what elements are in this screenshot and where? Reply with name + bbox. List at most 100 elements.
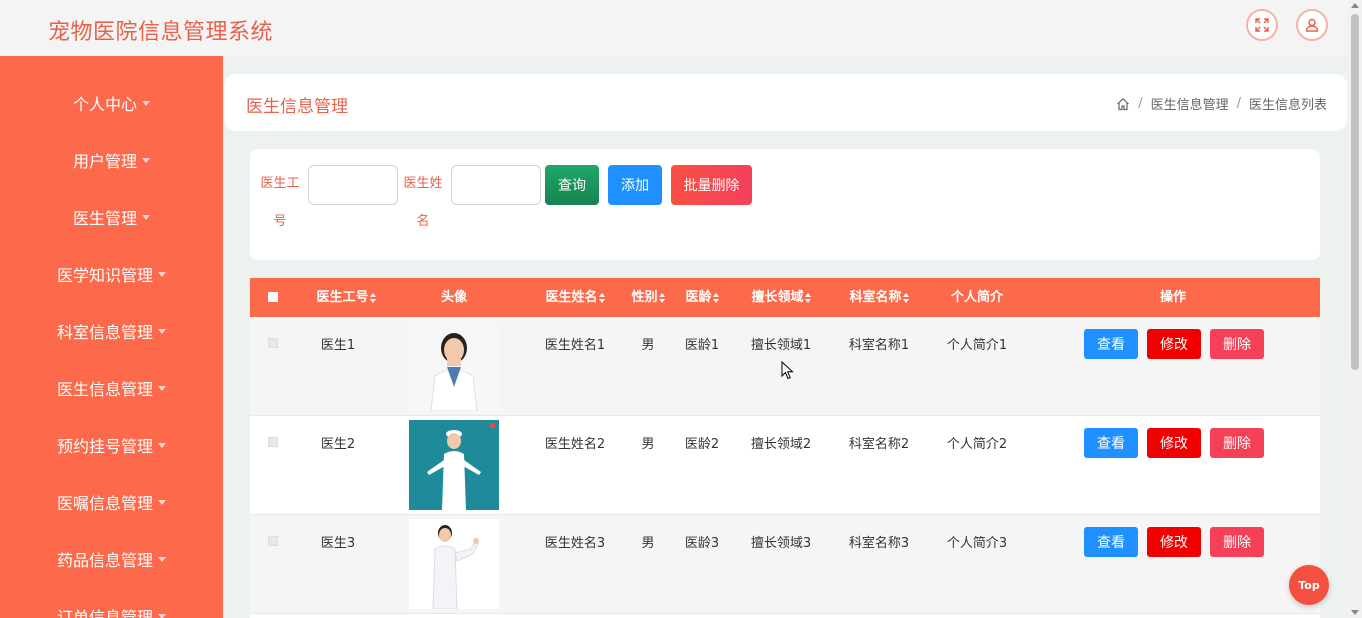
cell-seniority: 医龄2	[684, 437, 720, 452]
cell-doctor-name: 医生姓名2	[544, 437, 606, 452]
cell-doctor-no: 医生2	[320, 437, 356, 452]
sidebar-item-doctor-info[interactable]: 医生信息管理	[0, 359, 223, 416]
add-button[interactable]: 添加	[608, 165, 662, 205]
doctor-avatar	[409, 420, 499, 510]
user-button[interactable]	[1296, 9, 1328, 41]
caret-down-icon	[158, 386, 166, 391]
sidebar: 个人中心 用户管理 医生管理 医学知识管理 科室信息管理 医生信息管理 预约挂号…	[0, 56, 223, 618]
cell-department: 科室名称2	[848, 437, 910, 452]
doctor-no-input[interactable]	[308, 165, 398, 205]
sort-icon	[369, 292, 376, 303]
sort-icon	[712, 292, 719, 303]
col-label: 医生姓名	[545, 290, 598, 305]
cell-intro: 个人简介3	[946, 536, 1008, 551]
page-header-card: 医生信息管理 / 医生信息管理 / 医生信息列表	[224, 74, 1347, 131]
sidebar-item-doctor-management[interactable]: 医生管理	[0, 188, 223, 245]
cell-doctor-no: 医生3	[320, 536, 356, 551]
col-label: 科室名称	[849, 290, 902, 305]
row-checkbox[interactable]	[268, 338, 278, 348]
home-icon[interactable]	[1116, 97, 1130, 111]
cell-department: 科室名称1	[848, 338, 910, 353]
col-department[interactable]: 科室名称	[844, 278, 914, 317]
table-row: 医生3 医生姓名3 男 医龄3 擅长领域3 科室名称3 个人简介3 查看 修改 …	[250, 515, 1320, 614]
scroll-down-icon[interactable]	[1351, 610, 1359, 615]
caret-down-icon	[158, 614, 166, 618]
cell-doctor-name: 医生姓名3	[544, 536, 606, 551]
cell-department: 科室名称3	[848, 536, 910, 551]
edit-button[interactable]: 修改	[1147, 527, 1201, 557]
cell-gender: 男	[641, 437, 655, 452]
col-label: 性别	[631, 290, 658, 305]
fullscreen-button[interactable]	[1246, 9, 1278, 41]
view-button[interactable]: 查看	[1084, 428, 1138, 458]
col-label: 医生工号	[316, 290, 369, 305]
doctor-avatar	[409, 519, 499, 609]
view-button[interactable]: 查看	[1084, 527, 1138, 557]
cell-gender: 男	[641, 338, 655, 353]
sidebar-item-drug-info[interactable]: 药品信息管理	[0, 530, 223, 587]
edit-button[interactable]: 修改	[1147, 329, 1201, 359]
breadcrumb-separator: /	[1138, 96, 1143, 111]
col-doctor-no[interactable]: 医生工号	[306, 278, 386, 317]
user-icon	[1305, 18, 1319, 32]
cell-specialty: 擅长领域2	[750, 437, 812, 452]
back-to-top-button[interactable]: Top	[1289, 565, 1329, 605]
breadcrumb-level2: 医生信息列表	[1248, 98, 1327, 113]
page-title: 医生信息管理	[246, 97, 348, 117]
sidebar-item-department-info[interactable]: 科室信息管理	[0, 302, 223, 359]
cell-gender: 男	[641, 536, 655, 551]
delete-button[interactable]: 删除	[1210, 329, 1264, 359]
top-header: 宠物医院信息管理系统	[0, 0, 1348, 56]
sidebar-item-appointment[interactable]: 预约挂号管理	[0, 416, 223, 473]
delete-button[interactable]: 删除	[1210, 527, 1264, 557]
col-avatar: 头像	[424, 278, 484, 317]
sidebar-item-order-info[interactable]: 订单信息管理	[0, 587, 223, 618]
sort-icon	[902, 292, 909, 303]
col-doctor-name[interactable]: 医生姓名	[540, 278, 610, 317]
scroll-up-icon[interactable]	[1351, 3, 1359, 8]
scroll-thumb[interactable]	[1351, 14, 1359, 370]
breadcrumb-level1[interactable]: 医生信息管理	[1151, 94, 1229, 113]
select-all-checkbox[interactable]	[268, 292, 278, 302]
edit-button[interactable]: 修改	[1147, 428, 1201, 458]
caret-down-icon	[158, 500, 166, 505]
cell-specialty: 擅长领域3	[750, 536, 812, 551]
mouse-cursor-icon	[781, 361, 794, 380]
breadcrumb-separator: /	[1236, 96, 1241, 111]
col-intro: 个人简介	[942, 278, 1012, 317]
caret-down-icon	[142, 215, 150, 220]
sidebar-item-label: 医生信息管理	[56, 379, 153, 399]
sidebar-item-medical-knowledge[interactable]: 医学知识管理	[0, 245, 223, 302]
table-header: 医生工号 头像 医生姓名 性别 医龄 擅长领域 科室名称 个人简介 操作	[250, 278, 1320, 317]
delete-button[interactable]: 删除	[1210, 428, 1264, 458]
breadcrumb: / 医生信息管理 / 医生信息列表	[1116, 94, 1327, 113]
query-button[interactable]: 查询	[545, 165, 599, 205]
col-label: 个人简介	[950, 290, 1003, 305]
sidebar-item-label: 医生管理	[72, 208, 137, 228]
row-checkbox[interactable]	[268, 536, 278, 546]
col-gender[interactable]: 性别	[628, 278, 668, 317]
batch-delete-button[interactable]: 批量删除	[671, 165, 752, 205]
table-row: 医生2 医生姓名2 男 医龄2 擅长领域2 科室名称2 个人简介2 查看 修改 …	[250, 416, 1320, 515]
page-scrollbar[interactable]	[1348, 0, 1362, 618]
caret-down-icon	[158, 329, 166, 334]
search-form: 医生工号 医生姓名 查询 添加 批量删除	[250, 149, 1320, 260]
doctor-no-label: 医生工号	[260, 176, 300, 229]
sidebar-item-personal-center[interactable]: 个人中心	[0, 74, 223, 131]
doctor-name-input[interactable]	[451, 165, 541, 205]
row-checkbox[interactable]	[268, 437, 278, 447]
cell-doctor-name: 医生姓名1	[544, 338, 606, 353]
cell-seniority: 医龄1	[684, 338, 720, 353]
doctor-avatar	[409, 321, 499, 411]
col-specialty[interactable]: 擅长领域	[746, 278, 816, 317]
doctor-name-label: 医生姓名	[403, 176, 443, 229]
col-seniority[interactable]: 医龄	[682, 278, 722, 317]
cell-doctor-no: 医生1	[320, 338, 356, 353]
sidebar-item-label: 订单信息管理	[56, 607, 153, 618]
view-button[interactable]: 查看	[1084, 329, 1138, 359]
sidebar-item-user-management[interactable]: 用户管理	[0, 131, 223, 188]
sidebar-item-medical-advice[interactable]: 医嘱信息管理	[0, 473, 223, 530]
caret-down-icon	[158, 443, 166, 448]
expand-icon	[1255, 18, 1269, 32]
doctor-table: 医生工号 头像 医生姓名 性别 医龄 擅长领域 科室名称 个人简介 操作 医生1…	[250, 278, 1320, 618]
